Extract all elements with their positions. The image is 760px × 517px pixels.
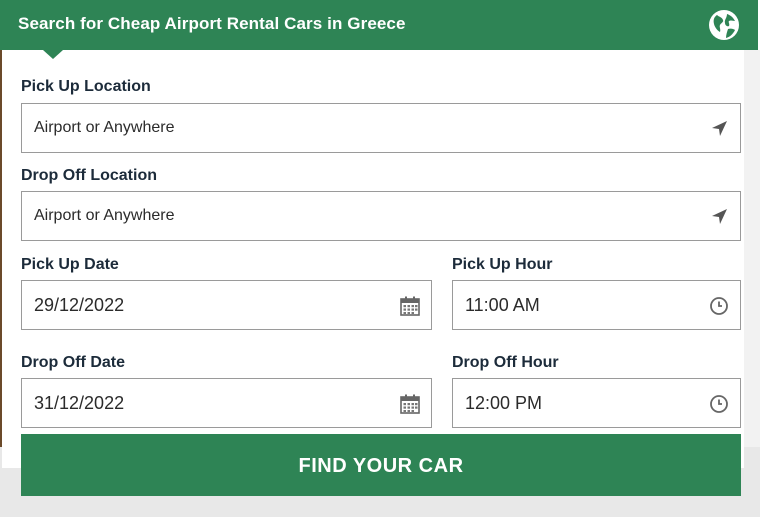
search-form-header: Search for Cheap Airport Rental Cars in …: [0, 0, 758, 50]
dropoff-location-input[interactable]: Airport or Anywhere: [21, 191, 741, 241]
dropoff-hour-label: Drop Off Hour: [452, 354, 559, 371]
pickup-hour-label: Pick Up Hour: [452, 256, 553, 273]
calendar-icon[interactable]: [399, 295, 421, 317]
pickup-hour-input[interactable]: 11:00 AM: [452, 280, 741, 330]
pickup-location-input[interactable]: Airport or Anywhere: [21, 103, 741, 153]
globe-icon: [709, 10, 739, 40]
header-pointer: [43, 50, 63, 59]
header-title: Search for Cheap Airport Rental Cars in …: [18, 14, 406, 33]
dropoff-hour-value: 12:00 PM: [465, 393, 543, 413]
find-your-car-button[interactable]: FIND YOUR CAR: [21, 434, 741, 496]
dropoff-location-label: Drop Off Location: [21, 167, 157, 184]
dropoff-hour-input[interactable]: 12:00 PM: [452, 378, 741, 428]
location-arrow-icon[interactable]: [708, 118, 730, 140]
pickup-location-value: Airport or Anywhere: [34, 119, 175, 136]
dropoff-date-value: 31/12/2022: [34, 393, 125, 413]
background-edge-right: [744, 50, 760, 470]
dropoff-date-input[interactable]: 31/12/2022: [21, 378, 432, 428]
pickup-date-input[interactable]: 29/12/2022: [21, 280, 432, 330]
pickup-location-label: Pick Up Location: [21, 78, 151, 95]
pickup-hour-value: 11:00 AM: [465, 295, 540, 315]
clock-icon[interactable]: [708, 393, 730, 415]
pickup-date-label: Pick Up Date: [21, 256, 119, 273]
clock-icon[interactable]: [708, 295, 730, 317]
search-widget-page: Search for Cheap Airport Rental Cars in …: [0, 0, 760, 517]
dropoff-location-value: Airport or Anywhere: [34, 207, 175, 224]
dropoff-date-label: Drop Off Date: [21, 354, 125, 371]
calendar-icon[interactable]: [399, 393, 421, 415]
pickup-date-value: 29/12/2022: [34, 295, 125, 315]
location-arrow-icon[interactable]: [708, 206, 730, 228]
